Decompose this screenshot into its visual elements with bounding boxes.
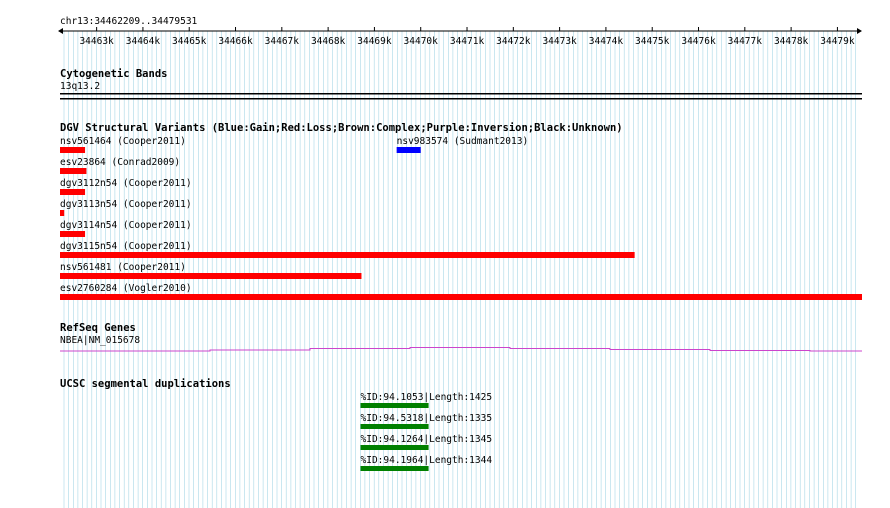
dgv-track: DGV Structural Variants (Blue:Gain;Red:L… (60, 122, 862, 300)
ruler-tick-label: 34463k (79, 36, 114, 47)
refseq-gene-line[interactable] (60, 347, 862, 352)
ruler-left-arrow-icon (58, 28, 63, 34)
segdup-features: %ID:94.1053|Length:1425 %ID:94.5318|Lengt… (360, 392, 493, 471)
refseq-track-title: RefSeq Genes (60, 322, 136, 334)
segdup-track-title: UCSC segmental duplications (60, 378, 231, 390)
dgv-feature-bar[interactable] (60, 231, 86, 237)
dgv-feature-label: dgv3113n54 (Cooper2011) (60, 199, 192, 210)
genome-browser-svg: chr13:34462209..34479531 34463k 34464k 344… (58, 16, 862, 508)
ruler-tick-label: 34476k (681, 36, 716, 47)
segdup-feature-label: %ID:94.1964|Length:1344 (361, 455, 493, 466)
dgv-feature-bar[interactable] (60, 273, 362, 279)
dgv-feature-label: esv2760284 (Vogler2010) (60, 283, 192, 294)
ruler-tick-label: 34465k (172, 36, 207, 47)
dgv-feature-bar[interactable] (60, 294, 862, 300)
ruler-tick-label: 34475k (635, 36, 670, 47)
dgv-feature-label: nsv561464 (Cooper2011) (60, 136, 186, 147)
dgv-feature-bar[interactable] (60, 189, 86, 195)
segdup-feature-label: %ID:94.5318|Length:1335 (361, 413, 493, 424)
dgv-feature-bar[interactable] (60, 168, 87, 174)
segdup-feature-bar[interactable] (360, 424, 429, 429)
cytoband-label: 13q13.2 (60, 81, 100, 92)
ruler-tick-label: 34466k (218, 36, 253, 47)
segdup-feature-bar[interactable] (360, 466, 429, 471)
ruler-tick-label: 34474k (589, 36, 624, 47)
ruler-tick-label: 34477k (728, 36, 763, 47)
segdup-feature-bar[interactable] (360, 403, 429, 408)
dgv-feature-bar[interactable] (60, 252, 635, 258)
cytoband-line-bottom (60, 98, 862, 100)
ruler-tick-label: 34468k (311, 36, 346, 47)
segdup-feature-bar[interactable] (360, 445, 429, 450)
dgv-feature-label: dgv3112n54 (Cooper2011) (60, 178, 192, 189)
coordinate-ruler: chr13:34462209..34479531 34463k 34464k 344… (58, 16, 862, 47)
dgv-feature-label: dgv3114n54 (Cooper2011) (60, 220, 192, 231)
region-label: chr13:34462209..34479531 (60, 16, 198, 27)
segdup-track: UCSC segmental duplications %ID:94.1053|… (60, 378, 492, 471)
refseq-track: RefSeq Genes NBEA|NM_015678 (60, 322, 862, 352)
genome-browser-panel: chr13:34462209..34479531 34463k 34464k 344… (0, 0, 890, 508)
ruler-tick-label: 34467k (265, 36, 300, 47)
dgv-feature-label: nsv983574 (Sudmant2013) (397, 136, 529, 147)
cytoband-track: Cytogenetic Bands 13q13.2 (60, 68, 862, 100)
dgv-feature-label: esv23864 (Conrad2009) (60, 157, 180, 168)
ruler-right-arrow-icon (857, 28, 862, 34)
segdup-feature-label: %ID:94.1264|Length:1345 (361, 434, 493, 445)
ruler-tick-label: 34470k (404, 36, 439, 47)
dgv-feature-label: nsv561481 (Cooper2011) (60, 262, 186, 273)
ruler-tick-label: 34479k (820, 36, 855, 47)
refseq-gene-label: NBEA|NM_015678 (60, 335, 140, 346)
cytoband-line-top (60, 93, 862, 95)
ruler-tick-label: 34464k (126, 36, 161, 47)
ruler-tick-label: 34478k (774, 36, 809, 47)
ruler-tick-label: 34469k (357, 36, 392, 47)
dgv-track-title: DGV Structural Variants (Blue:Gain;Red:L… (60, 122, 623, 134)
ruler-tick-label: 34471k (450, 36, 485, 47)
dgv-feature-bar[interactable] (60, 147, 86, 153)
cytoband-track-title: Cytogenetic Bands (60, 68, 167, 80)
dgv-feature-bar[interactable] (396, 147, 421, 153)
dgv-features: nsv561464 (Cooper2011) nsv983574 (Sudmant… (60, 136, 862, 300)
ruler-ticks: 34463k 34464k 34465k 34466k 34467k 34468k 3446… (79, 27, 855, 47)
segdup-feature-label: %ID:94.1053|Length:1425 (361, 392, 493, 403)
ruler-tick-label: 34473k (542, 36, 577, 47)
dgv-feature-bar[interactable] (60, 210, 65, 216)
dgv-feature-label: dgv3115n54 (Cooper2011) (60, 241, 192, 252)
ruler-tick-label: 34472k (496, 36, 531, 47)
